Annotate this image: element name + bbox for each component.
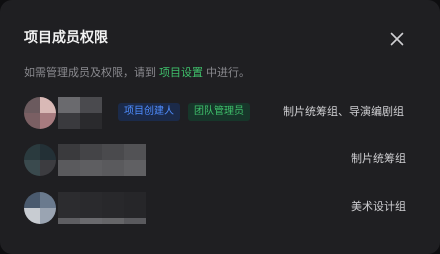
hint-text: 如需管理成员及权限，请到 项目设置 中进行。 xyxy=(24,64,250,82)
close-icon xyxy=(390,32,404,46)
avatar-mosaic xyxy=(24,144,56,176)
avatar xyxy=(24,192,56,224)
hint-prefix: 如需管理成员及权限，请到 xyxy=(24,66,156,79)
member-name-obscured xyxy=(58,144,146,176)
badge-team-admin: 团队管理员 xyxy=(188,103,250,121)
avatar xyxy=(24,144,56,176)
role-badges: 项目创建人 团队管理员 xyxy=(118,103,250,121)
member-name-obscured xyxy=(58,192,146,224)
avatar-mosaic xyxy=(24,97,56,129)
member-row: 制片统筹组 xyxy=(24,144,416,176)
dialog-title: 项目成员权限 xyxy=(24,30,108,46)
close-button[interactable] xyxy=(387,29,407,49)
badge-project-creator: 项目创建人 xyxy=(118,103,180,121)
member-groups: 制片统筹组、导演编剧组 xyxy=(283,105,404,118)
member-permissions-dialog: 项目成员权限 如需管理成员及权限，请到 项目设置 中进行。 项目创建人 团队管理员 … xyxy=(0,0,440,254)
avatar-mosaic xyxy=(24,192,56,224)
member-groups: 制片统筹组 xyxy=(351,152,406,165)
member-row: 项目创建人 团队管理员 制片统筹组、导演编剧组 xyxy=(24,97,416,129)
member-row: 美术设计组 xyxy=(24,192,416,224)
project-settings-link[interactable]: 项目设置 xyxy=(159,66,203,79)
member-groups: 美术设计组 xyxy=(351,200,406,213)
member-name-obscured xyxy=(58,97,102,129)
hint-suffix: 中进行。 xyxy=(206,66,250,79)
avatar xyxy=(24,97,56,129)
